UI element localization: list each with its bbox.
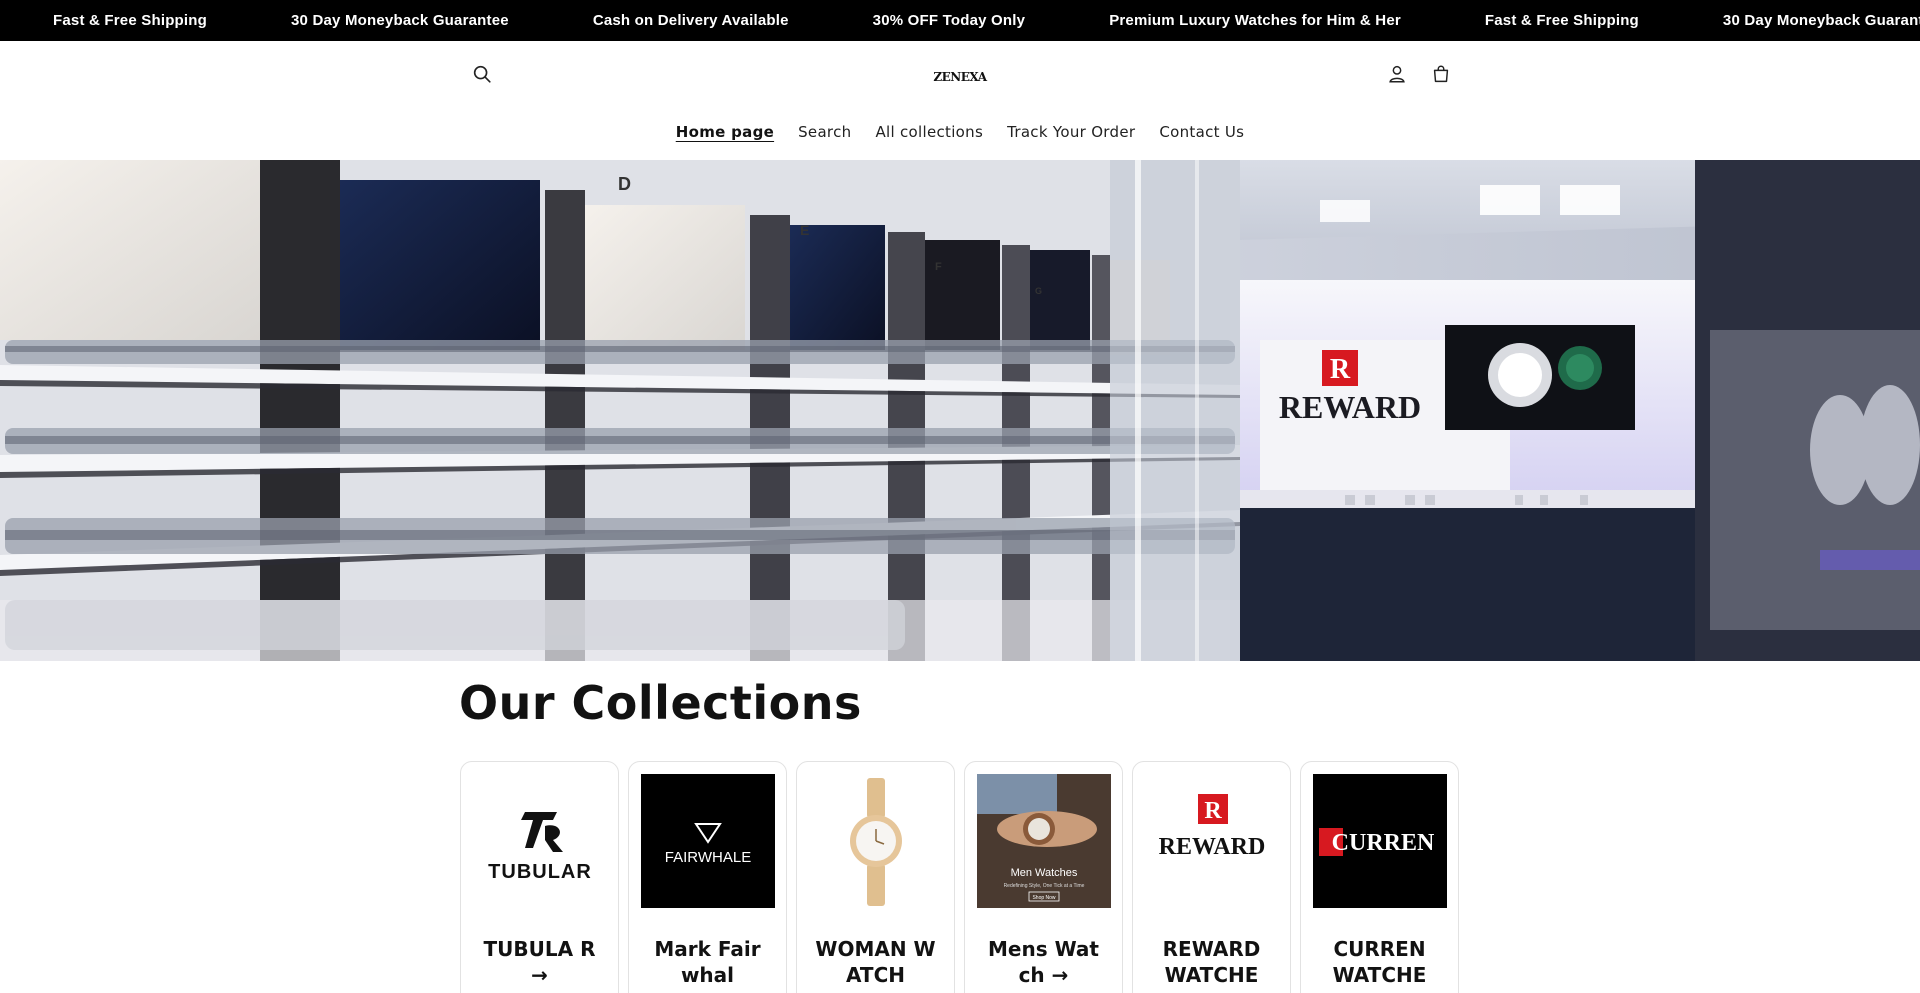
svg-text:R: R	[1330, 354, 1351, 385]
svg-text:R: R	[1204, 798, 1222, 824]
cart-icon	[1433, 65, 1449, 83]
nav-item-search[interactable]: Search	[786, 123, 863, 141]
announcement-item: Premium Luxury Watches for Him & Her	[1109, 12, 1401, 29]
announcement-bar: Fast & Free Shipping 30 Day Moneyback Gu…	[0, 0, 1920, 41]
announcement-item: Fast & Free Shipping	[53, 12, 208, 29]
svg-text:Redefining Style, One Tick at: Redefining Style, One Tick at a Time	[1004, 883, 1085, 889]
collection-image: TUBULAR	[473, 774, 607, 908]
announcement-item: 30% OFF Today Only	[872, 12, 1026, 29]
svg-text:FAIRWHALE: FAIRWHALE	[665, 849, 751, 866]
shelf-letter: D	[618, 174, 631, 194]
account-icon	[1389, 65, 1405, 83]
nav-item-all-collections[interactable]: All collections	[863, 123, 995, 141]
collection-card-fairwhale[interactable]: FAIRWHALE Mark Fairwhal	[628, 761, 787, 993]
shelf-letter: G	[1035, 286, 1042, 296]
collection-card-title: TUBULA R →	[483, 937, 596, 987]
collection-card-title: Mens Watch →	[988, 937, 1099, 987]
collection-image: Men Watches Redefining Style, One Tick a…	[977, 774, 1111, 908]
svg-text:TUBULAR: TUBULAR	[488, 861, 592, 883]
collection-card-curren[interactable]: CURREN CURREN WATCHE	[1300, 761, 1459, 993]
tubular-logo: TUBULAR	[488, 812, 592, 883]
nav-item-contact[interactable]: Contact Us	[1147, 123, 1256, 141]
announcement-item: Cash on Delivery Available	[592, 12, 789, 29]
announcement-track: Fast & Free Shipping 30 Day Moneyback Gu…	[53, 0, 1920, 41]
search-button[interactable]	[462, 54, 502, 94]
account-button[interactable]	[1377, 54, 1417, 94]
mens-watch-image: Men Watches Redefining Style, One Tick a…	[977, 774, 1111, 908]
store-sign-text: REWARD	[1279, 389, 1421, 425]
cart-button[interactable]	[1421, 54, 1461, 94]
shelf-letter: E	[800, 222, 809, 238]
collections-grid: TUBULAR TUBULA R → FAIRWHALE Mark Fairwh…	[460, 761, 1459, 993]
collection-image: R REWARD	[1145, 774, 1279, 908]
logo-text: ZENEXA	[933, 70, 987, 84]
announcement-item: 30 Day Moneyback Guarantee	[1722, 12, 1920, 29]
collection-image: FAIRWHALE	[641, 774, 775, 908]
svg-text:Shop Now: Shop Now	[1032, 895, 1055, 901]
nav-item-track-order[interactable]: Track Your Order	[995, 123, 1147, 141]
collection-card-title: CURREN WATCHE	[1332, 937, 1427, 987]
collection-image: CURREN	[1313, 774, 1447, 908]
site-header: ZENEXA Home page Search All collections …	[0, 41, 1920, 160]
shelf-letter: F	[935, 261, 942, 273]
svg-text:Men Watches: Men Watches	[1011, 867, 1078, 879]
collection-card-title: Mark Fairwhal	[654, 937, 761, 987]
site-logo[interactable]: ZENEXA	[920, 63, 1000, 91]
nav-item-home[interactable]: Home page	[664, 123, 786, 141]
collection-card-reward[interactable]: R REWARD REWARD WATCHE	[1132, 761, 1291, 993]
reward-logo: R REWARD	[1159, 794, 1266, 860]
announcement-item: Fast & Free Shipping	[1484, 12, 1639, 29]
svg-text:REWARD: REWARD	[1159, 834, 1266, 860]
hero-banner[interactable]: D E F G R REWARD	[0, 160, 1920, 661]
fairwhale-logo: FAIRWHALE	[665, 823, 751, 866]
hero-store-image: D E F G R REWARD	[0, 160, 1920, 661]
main-nav: Home page Search All collections Track Y…	[0, 123, 1920, 141]
announcement-item: 30 Day Moneyback Guarantee	[291, 12, 509, 29]
collection-card-title: REWARD WATCHE	[1162, 937, 1261, 987]
curren-logo: CURREN	[1319, 828, 1435, 856]
collection-card-mens-watch[interactable]: Men Watches Redefining Style, One Tick a…	[964, 761, 1123, 993]
collections-title: Our Collections	[459, 676, 862, 730]
woman-watch-image	[850, 778, 902, 906]
collection-card-tubular[interactable]: TUBULAR TUBULA R →	[460, 761, 619, 993]
svg-text:CURREN: CURREN	[1332, 830, 1435, 856]
collection-card-title: WOMAN WATCH	[815, 937, 936, 987]
collection-image	[809, 774, 943, 908]
collection-card-woman-watch[interactable]: WOMAN WATCH	[796, 761, 955, 993]
search-icon	[473, 65, 491, 83]
